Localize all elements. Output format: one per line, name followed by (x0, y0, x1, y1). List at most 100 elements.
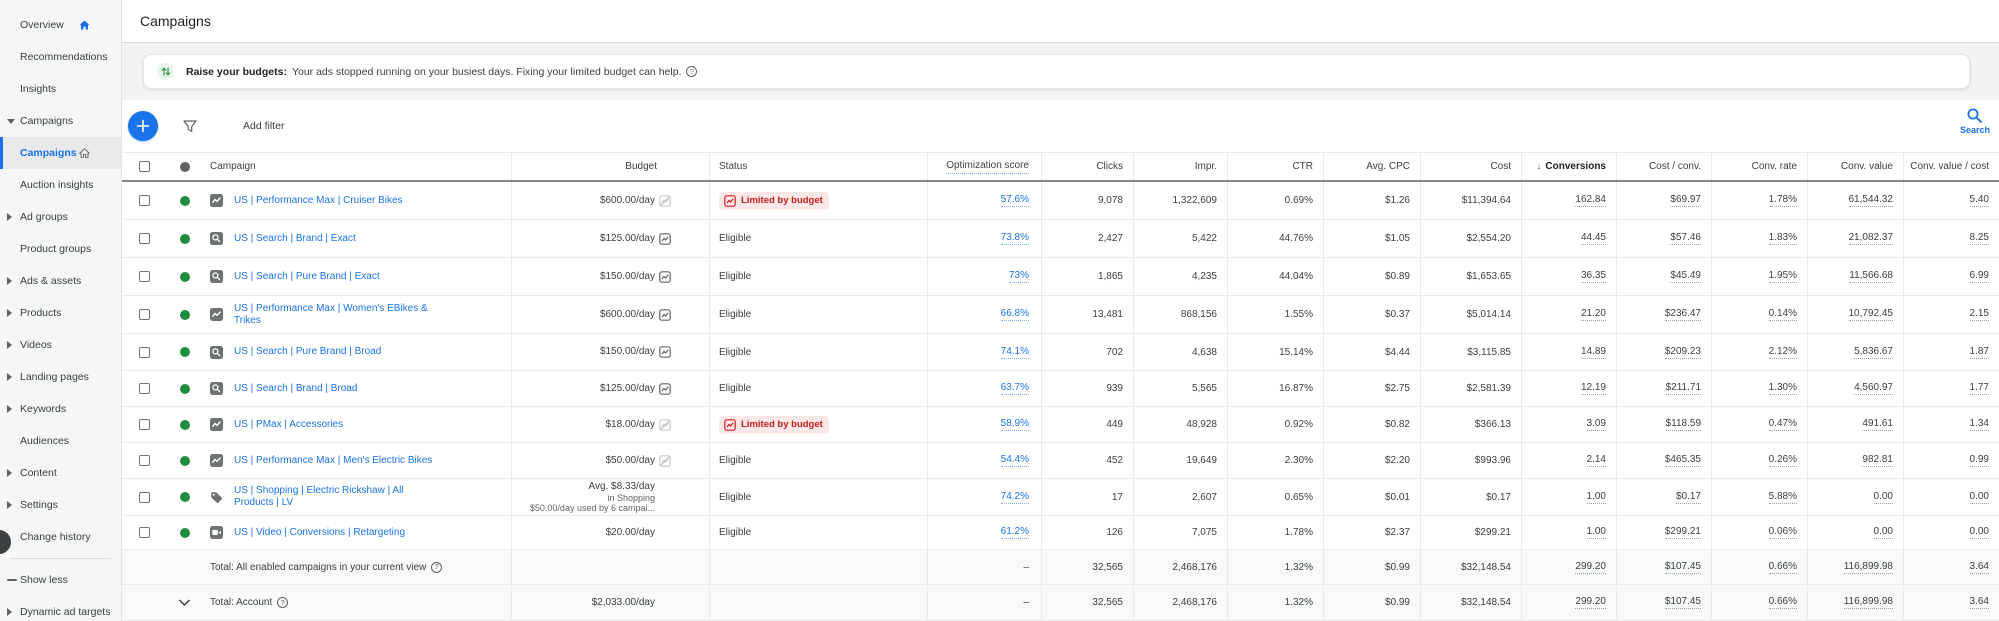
campaign-link[interactable]: US | Performance Max | Cruiser Bikes (234, 195, 403, 207)
sidebar-item-videos[interactable]: Videos (0, 329, 121, 361)
chevron-down-icon[interactable] (178, 599, 191, 607)
budget-value[interactable]: $600.00/day (600, 309, 655, 321)
sidebar-item-campaigns[interactable]: Campaigns (0, 105, 121, 137)
column-header-ctr[interactable]: CTR (1227, 153, 1323, 180)
sidebar-item-landing-pages[interactable]: Landing pages (0, 361, 121, 393)
sidebar-item-recommendations[interactable]: Recommendations (0, 41, 121, 73)
limited-by-budget-chip[interactable]: Limited by budget (719, 416, 829, 434)
enabled-status-dot[interactable] (180, 384, 190, 394)
enabled-status-dot[interactable] (180, 420, 190, 430)
sidebar-item-auction-insights[interactable]: Auction insights (0, 169, 121, 201)
enabled-status-dot[interactable] (180, 310, 190, 320)
search-button[interactable]: Search (1960, 107, 1990, 135)
campaign-link[interactable]: US | Video | Conversions | Retargeting (234, 527, 405, 539)
sidebar-item-ads-assets[interactable]: Ads & assets (0, 265, 121, 297)
budget-value[interactable]: $20.00/day (606, 527, 656, 539)
row-checkbox[interactable] (139, 492, 150, 503)
column-header-conv-value[interactable]: Conv. value (1807, 153, 1903, 180)
column-header-budget[interactable]: Budget (511, 153, 709, 180)
column-header-conversions[interactable]: ↓Conversions (1521, 153, 1616, 180)
row-checkbox[interactable] (139, 347, 150, 358)
budget-value[interactable]: Avg. $8.33/dayin Shopping$50.00/day used… (530, 481, 655, 513)
column-header-status[interactable]: Status (709, 153, 927, 180)
sidebar-item-audiences[interactable]: Audiences (0, 425, 121, 457)
row-checkbox[interactable] (139, 383, 150, 394)
shared-budget-chart-icon[interactable] (659, 271, 671, 283)
row-checkbox[interactable] (139, 233, 150, 244)
optimization-score-link[interactable]: 63.7% (1001, 382, 1029, 395)
sidebar-item-ad-groups[interactable]: Ad groups (0, 201, 121, 233)
column-header-optimization-score[interactable]: Optimization score (927, 153, 1041, 180)
budget-value[interactable]: $150.00/day (600, 271, 655, 283)
budget-value[interactable]: $600.00/day (600, 195, 655, 207)
optimization-score-link[interactable]: 73% (1009, 270, 1029, 283)
campaign-link[interactable]: US | PMax | Accessories (234, 419, 343, 431)
sidebar-item-campaigns[interactable]: Campaigns (0, 137, 121, 169)
column-header-avg-cpc[interactable]: Avg. CPC (1323, 153, 1420, 180)
filter-icon[interactable] (183, 120, 197, 133)
campaign-link[interactable]: US | Performance Max | Men's Electric Bi… (234, 455, 432, 467)
column-header-conv-value-cost[interactable]: Conv. value / cost (1903, 153, 1999, 180)
column-header-conv-rate[interactable]: Conv. rate (1711, 153, 1807, 180)
budget-value[interactable]: $18.00/day (606, 419, 656, 431)
sidebar-item-show-less[interactable]: Show less (0, 564, 121, 596)
optimization-score-link[interactable]: 74.2% (1001, 491, 1029, 504)
row-checkbox[interactable] (139, 195, 150, 206)
add-filter-button[interactable]: Add filter (243, 120, 284, 132)
row-checkbox[interactable] (139, 527, 150, 538)
optimization-score-link[interactable]: 66.8% (1001, 308, 1029, 321)
sidebar-item-dynamic-ad-targets[interactable]: Dynamic ad targets (0, 596, 121, 621)
enabled-status-dot[interactable] (180, 528, 190, 538)
row-checkbox[interactable] (139, 309, 150, 320)
shared-budget-chart-icon[interactable] (659, 383, 671, 395)
status-filter-dot[interactable] (180, 162, 190, 172)
sidebar-item-content[interactable]: Content (0, 457, 121, 489)
enabled-status-dot[interactable] (180, 196, 190, 206)
help-icon[interactable]: ? (431, 562, 442, 573)
shared-budget-chart-icon[interactable] (659, 233, 671, 245)
sidebar-item-insights[interactable]: Insights (0, 73, 121, 105)
shared-budget-chart-icon[interactable] (659, 309, 671, 321)
shared-budget-chart-icon[interactable] (659, 346, 671, 358)
campaign-link[interactable]: US | Search | Pure Brand | Broad (234, 346, 381, 358)
enabled-status-dot[interactable] (180, 234, 190, 244)
optimization-score-link[interactable]: 73.8% (1001, 232, 1029, 245)
row-checkbox[interactable] (139, 455, 150, 466)
help-icon[interactable]: ? (277, 597, 288, 608)
help-icon[interactable]: ? (686, 66, 697, 77)
row-checkbox[interactable] (139, 419, 150, 430)
column-header-cost-conv[interactable]: Cost / conv. (1616, 153, 1711, 180)
column-header-cost[interactable]: Cost (1420, 153, 1521, 180)
campaign-link[interactable]: US | Search | Pure Brand | Exact (234, 271, 380, 283)
column-header-campaign[interactable]: Campaign (202, 153, 511, 180)
enabled-status-dot[interactable] (180, 347, 190, 357)
optimization-score-link[interactable]: 61.2% (1001, 526, 1029, 539)
enabled-status-dot[interactable] (180, 456, 190, 466)
optimization-score-link[interactable]: 54.4% (1001, 454, 1029, 467)
row-checkbox[interactable] (139, 271, 150, 282)
budget-value[interactable]: $125.00/day (600, 383, 655, 395)
sidebar-item-overview[interactable]: Overview (0, 9, 121, 41)
sidebar-item-change-history[interactable]: Change history (0, 521, 121, 553)
campaign-link[interactable]: US | Search | Brand | Broad (234, 383, 357, 395)
sidebar-item-products[interactable]: Products (0, 297, 121, 329)
select-all-checkbox[interactable] (139, 161, 150, 172)
sidebar-item-settings[interactable]: Settings (0, 489, 121, 521)
optimization-score-link[interactable]: 58.9% (1001, 418, 1029, 431)
enabled-status-dot[interactable] (180, 492, 190, 502)
optimization-score-link[interactable]: 74.1% (1001, 346, 1029, 359)
campaign-link[interactable]: US | Shopping | Electric Rickshaw | AllP… (234, 485, 404, 509)
limited-by-budget-chip[interactable]: Limited by budget (719, 192, 829, 210)
campaign-link[interactable]: US | Search | Brand | Exact (234, 233, 356, 245)
budget-value[interactable]: $50.00/day (606, 455, 656, 467)
campaign-link[interactable]: US | Performance Max | Women's EBikes &T… (234, 303, 428, 327)
sidebar-item-product-groups[interactable]: Product groups (0, 233, 121, 265)
column-header-impr[interactable]: Impr. (1133, 153, 1227, 180)
budget-value[interactable]: $150.00/day (600, 346, 655, 358)
column-header-clicks[interactable]: Clicks (1041, 153, 1133, 180)
sidebar-item-keywords[interactable]: Keywords (0, 393, 121, 425)
enabled-status-dot[interactable] (180, 272, 190, 282)
add-campaign-button[interactable] (128, 111, 158, 141)
budget-value[interactable]: $125.00/day (600, 233, 655, 245)
optimization-score-link[interactable]: 57.6% (1001, 194, 1029, 207)
